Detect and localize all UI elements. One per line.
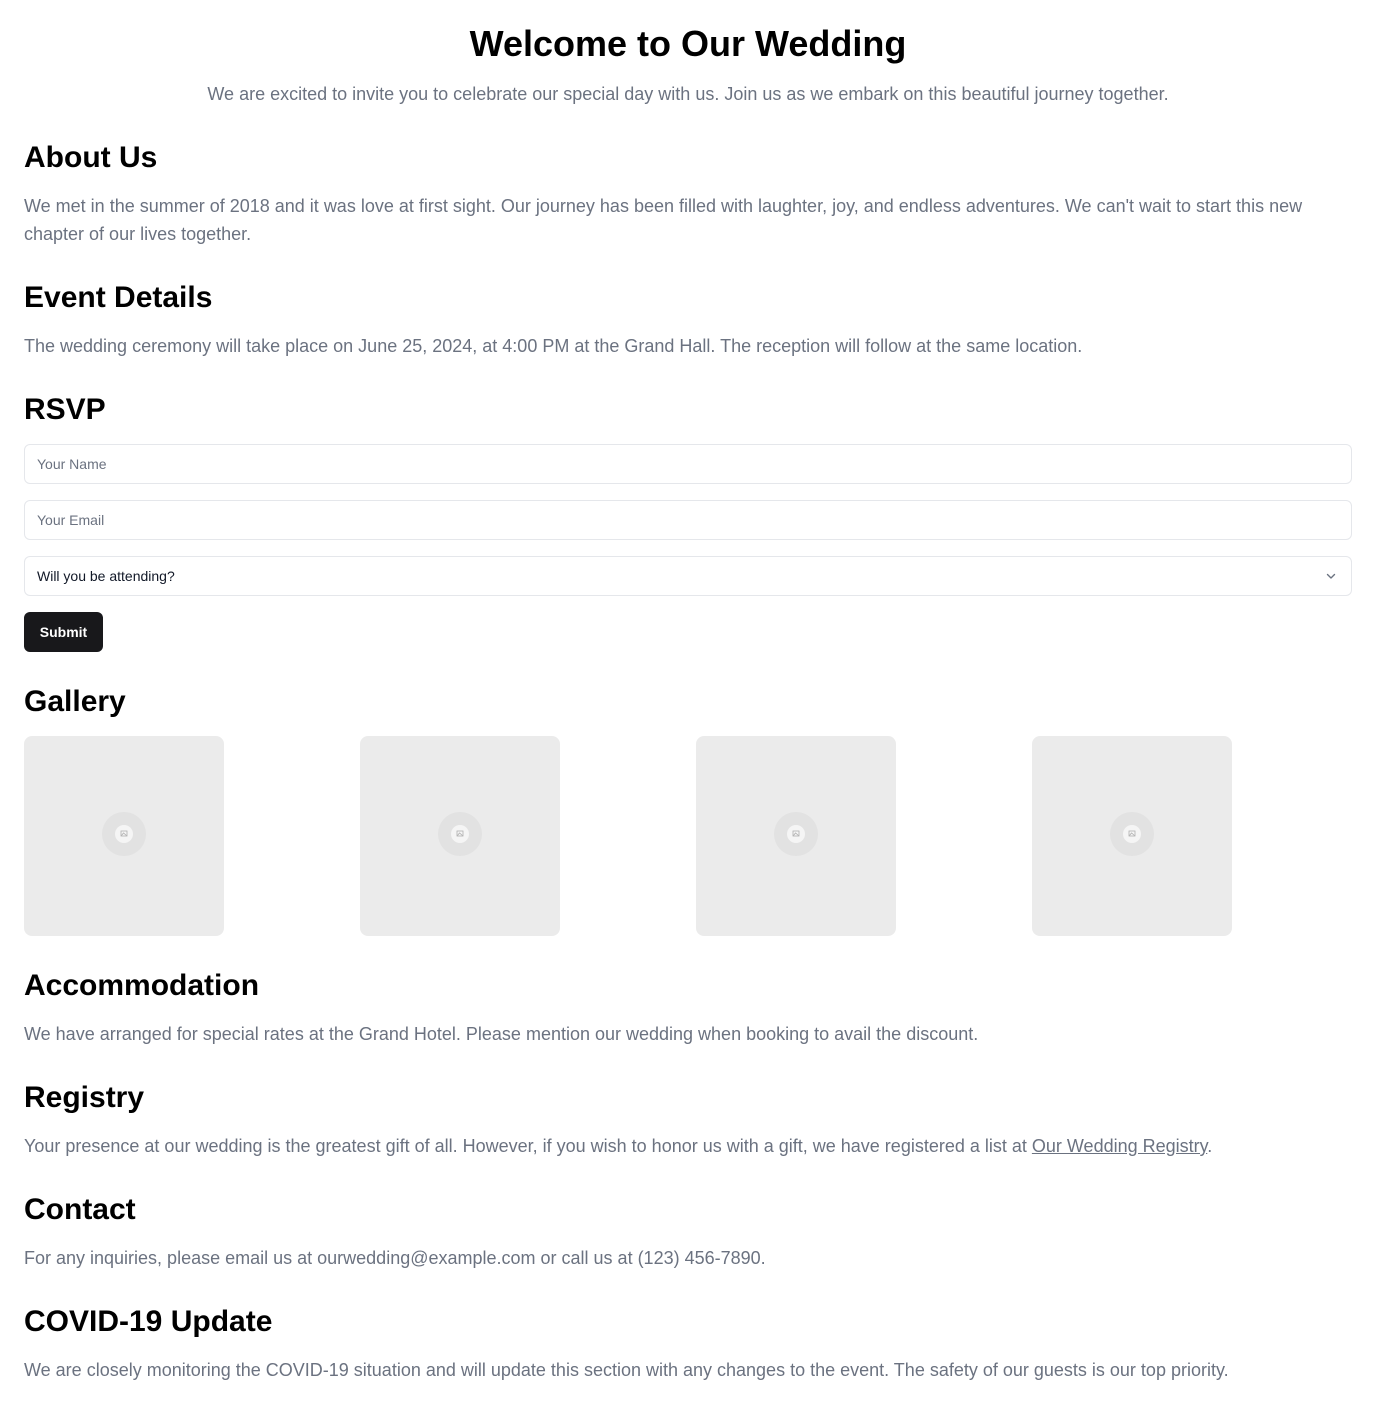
gallery-image	[360, 736, 560, 936]
covid-text: We are closely monitoring the COVID-19 s…	[24, 1360, 1229, 1380]
gallery-image	[24, 736, 224, 936]
contact-text: For any inquiries, please email us at ou…	[24, 1248, 766, 1268]
event-details-heading: Event Details	[24, 281, 213, 314]
accommodation-text: We have arranged for special rates at th…	[24, 1024, 979, 1044]
name-input[interactable]	[24, 444, 1352, 484]
gallery-grid	[24, 736, 1352, 936]
page-title: Welcome to Our Wedding	[469, 23, 907, 64]
about-heading: About Us	[24, 141, 158, 174]
attending-select[interactable]: Will you be attending?	[24, 556, 1352, 596]
covid-heading: COVID-19 Update	[24, 1305, 273, 1338]
registry-text-before: Your presence at our wedding is the grea…	[24, 1136, 1032, 1156]
attending-select-value: Will you be attending?	[37, 568, 175, 584]
registry-link[interactable]: Our Wedding Registry	[1032, 1136, 1207, 1156]
rsvp-heading: RSVP	[24, 393, 106, 426]
gallery-image	[1032, 736, 1232, 936]
submit-button[interactable]: Submit	[24, 612, 103, 652]
page-subtitle: We are excited to invite you to celebrat…	[207, 84, 1169, 104]
image-placeholder-icon	[1108, 810, 1156, 863]
email-input[interactable]	[24, 500, 1352, 540]
image-placeholder-icon	[100, 810, 148, 863]
accommodation-heading: Accommodation	[24, 969, 260, 1002]
image-placeholder-icon	[436, 810, 484, 863]
gallery-image	[696, 736, 896, 936]
registry-heading: Registry	[24, 1081, 145, 1114]
image-placeholder-icon	[772, 810, 820, 863]
contact-heading: Contact	[24, 1193, 136, 1226]
about-text: We met in the summer of 2018 and it was …	[24, 196, 1303, 244]
event-details-text: The wedding ceremony will take place on …	[24, 336, 1083, 356]
registry-text-after: .	[1207, 1136, 1213, 1156]
chevron-down-icon	[1323, 568, 1339, 584]
registry-text: Your presence at our wedding is the grea…	[24, 1132, 1352, 1160]
gallery-heading: Gallery	[24, 685, 126, 718]
